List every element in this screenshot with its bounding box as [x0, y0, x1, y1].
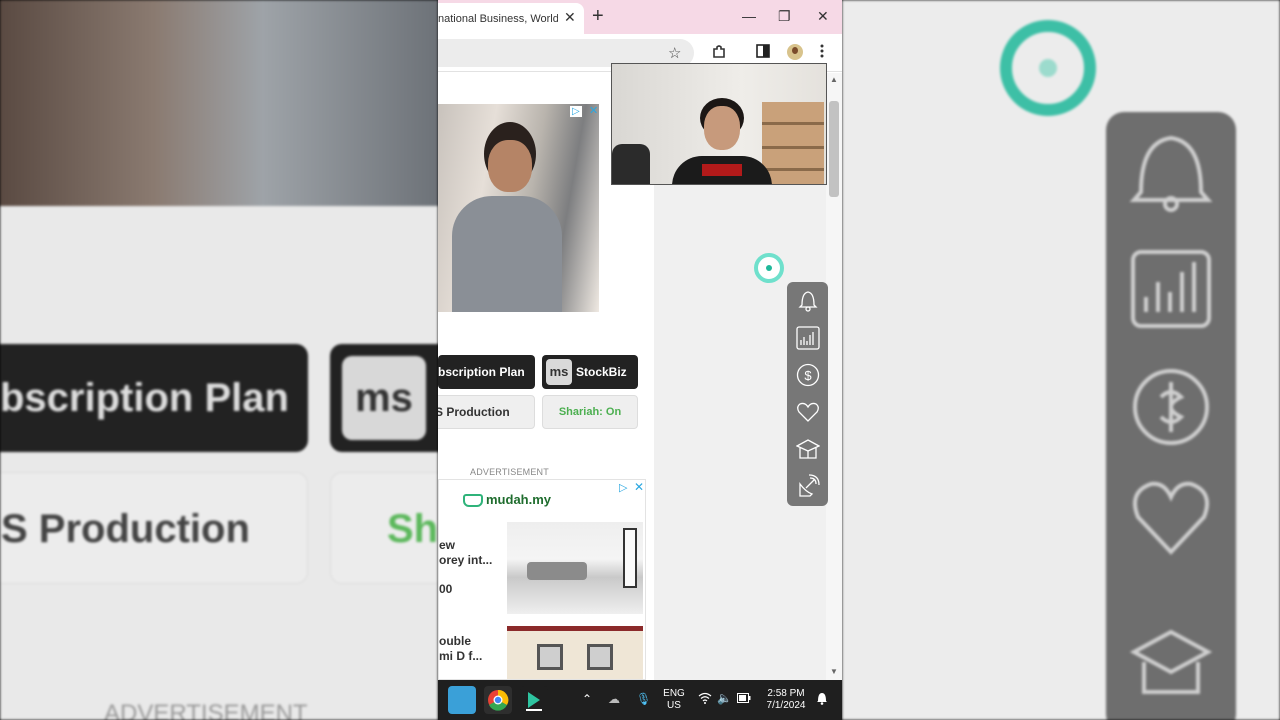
- scroll-up-arrow[interactable]: ▲: [830, 75, 838, 84]
- production-button[interactable]: S Production: [438, 395, 535, 429]
- ad-person-shirt: [452, 196, 562, 312]
- tab-strip: national Business, World N ✕ + — ❐ ✕: [438, 0, 842, 34]
- onedrive-icon[interactable]: ☁: [608, 692, 620, 706]
- star-icon[interactable]: ☆: [668, 44, 681, 62]
- listing-1-line2: orey int...: [439, 553, 493, 567]
- keyboard-layout: US: [667, 700, 681, 711]
- dollar-icon[interactable]: $: [787, 358, 828, 392]
- house-icon: [463, 494, 483, 508]
- subscription-plan-label: bscription Plan: [438, 365, 525, 379]
- stockbiz-button[interactable]: ms StockBiz: [542, 355, 638, 389]
- background-ms-button: ms: [330, 344, 438, 452]
- advertisement-image[interactable]: [438, 104, 599, 312]
- listing-2-line1: ouble: [439, 634, 471, 648]
- shariah-label: Shariah: On: [558, 406, 622, 418]
- background-photo: [0, 0, 438, 206]
- listing-1[interactable]: ew orey int... 00: [439, 538, 492, 597]
- ad-close-icon[interactable]: ✕: [589, 104, 598, 117]
- background-cursor-ring: [1000, 20, 1096, 116]
- extensions-icon[interactable]: [711, 44, 727, 64]
- widgets-icon[interactable]: [448, 686, 476, 714]
- active-tab[interactable]: national Business, World N ✕: [438, 3, 584, 34]
- listing-2-photo[interactable]: [507, 626, 643, 679]
- adchoices-icon[interactable]: ▷: [570, 106, 582, 117]
- background-shariah-button: Sha: [330, 472, 438, 584]
- webcam-bookshelf: [762, 102, 824, 184]
- webcam-chair: [612, 144, 650, 184]
- menu-icon[interactable]: [820, 44, 824, 62]
- subscription-plan-button[interactable]: bscription Plan: [438, 355, 535, 389]
- production-label: S Production: [438, 405, 510, 419]
- mudah-logo: mudah.my: [463, 492, 552, 508]
- background-production-button: S Production: [0, 472, 308, 584]
- listing-1-line1: ew: [439, 538, 456, 552]
- cursor-highlight: [754, 253, 784, 283]
- clock[interactable]: 2:58 PM 7/1/2024: [760, 688, 812, 712]
- window-shape: [623, 528, 637, 588]
- background-panel-icons: [1129, 135, 1213, 694]
- bell-icon[interactable]: [787, 284, 828, 318]
- volume-icon[interactable]: 🔈: [717, 691, 732, 705]
- browser-window: national Business, World N ✕ + — ❐ ✕ ☆ ▷…: [438, 0, 842, 720]
- taskbar: ⌃ ☁ 🎙 ENG US 🔈 2:58 PM 7/1/2024: [438, 680, 842, 720]
- webcam-person-face: [704, 106, 740, 150]
- heart-icon[interactable]: [787, 395, 828, 429]
- satellite-icon[interactable]: [787, 469, 828, 503]
- ms-logo: ms: [546, 359, 572, 385]
- house-window-shape: [587, 644, 613, 670]
- wifi-icon[interactable]: [698, 692, 712, 707]
- background-left-blur: bscription Plan ms S Production Sha ADVE…: [0, 0, 438, 720]
- microphone-icon[interactable]: 🎙: [636, 692, 651, 706]
- battery-icon[interactable]: [737, 692, 751, 706]
- stockbiz-label: StockBiz: [576, 365, 627, 379]
- webcam-person-body: [672, 156, 772, 184]
- webcam-overlay: [611, 63, 827, 185]
- education-icon[interactable]: [787, 432, 828, 466]
- sofa-shape: [527, 562, 587, 580]
- tab-title: national Business, World N: [438, 13, 558, 25]
- listing-1-price: 00: [439, 582, 453, 596]
- scrollbar-thumb[interactable]: [829, 101, 839, 197]
- close-window-button[interactable]: ✕: [817, 8, 829, 25]
- new-tab-button[interactable]: +: [592, 5, 604, 27]
- restore-button[interactable]: ❐: [778, 8, 791, 25]
- listing-2[interactable]: ouble mi D f...: [439, 634, 482, 664]
- chart-icon[interactable]: [787, 321, 828, 355]
- clock-time: 2:58 PM: [767, 688, 805, 699]
- scroll-down-arrow[interactable]: ▼: [830, 667, 838, 676]
- ad-close-icon[interactable]: ✕: [634, 480, 644, 494]
- background-right-blur: [842, 0, 1280, 720]
- tab-close-icon[interactable]: ✕: [564, 9, 576, 26]
- minimize-button[interactable]: —: [742, 8, 756, 24]
- listing-1-photo[interactable]: [507, 522, 643, 614]
- notifications-icon[interactable]: [816, 691, 828, 708]
- recorder-app-icon[interactable]: [520, 686, 548, 714]
- screen: bscription Plan ms S Production Sha ADVE…: [0, 0, 1280, 720]
- profile-avatar[interactable]: [787, 44, 803, 60]
- ad-person-face: [488, 140, 532, 192]
- chevron-up-icon[interactable]: ⌃: [582, 692, 592, 706]
- mudah-brand: mudah.my: [486, 492, 552, 507]
- chrome-icon[interactable]: [484, 686, 512, 714]
- language-indicator[interactable]: ENG US: [660, 688, 688, 712]
- background-tool-panel: [1106, 112, 1236, 720]
- floating-tool-panel: $: [787, 282, 828, 506]
- mudah-advertisement[interactable]: mudah.my ▷ ✕ ew orey int... 00 ouble mi …: [438, 479, 646, 680]
- background-subscription-button: bscription Plan: [0, 344, 308, 452]
- advertisement-label: ADVERTISEMENT: [470, 467, 549, 477]
- house-window-shape: [537, 644, 563, 670]
- background-ms-logo: ms: [342, 356, 426, 440]
- shariah-toggle[interactable]: Shariah: On: [542, 395, 638, 429]
- language-code: ENG: [663, 688, 685, 699]
- listing-2-line2: mi D f...: [439, 649, 483, 663]
- clock-date: 7/1/2024: [766, 700, 806, 711]
- side-panel-icon[interactable]: [756, 44, 770, 62]
- adchoices-icon[interactable]: ▷: [619, 481, 627, 494]
- background-advertisement-label: ADVERTISEMENT: [104, 700, 308, 720]
- svg-text:$: $: [804, 368, 812, 383]
